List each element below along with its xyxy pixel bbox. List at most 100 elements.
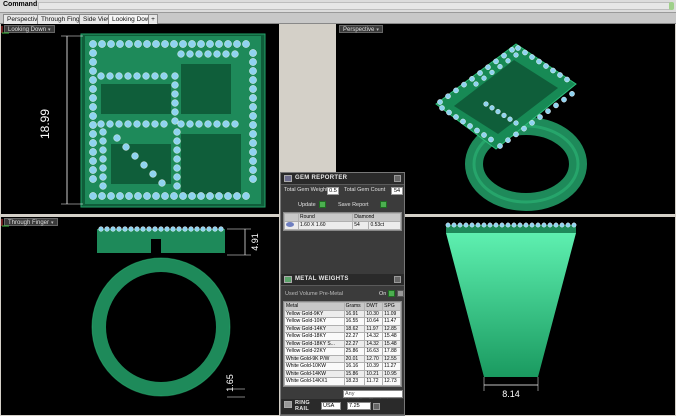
ring-size-dropdown[interactable]: [373, 403, 380, 410]
metal-table-row[interactable]: Yellow Gold-9KY 16.91 10.30 11.09: [284, 309, 401, 318]
gem-table: Round Diamond 1.60 X 1.60 54 0.53ct: [283, 212, 402, 231]
diamond-gem: [170, 226, 176, 232]
metal-dwt: 11.72: [364, 377, 384, 386]
diamond-gem: [249, 121, 257, 129]
metal-table-row[interactable]: White Gold-9K P/W 20.01 12.70 12.55: [284, 354, 401, 363]
gem-icon: [284, 175, 292, 182]
diamond-gem: [89, 40, 97, 48]
command-bar: Command:: [0, 0, 676, 13]
metal-grams: 22.27: [343, 332, 366, 341]
diamond-gem: [559, 222, 565, 228]
gem-reporter-header: GEM REPORTER: [281, 173, 404, 185]
metal-icon: [284, 276, 292, 283]
diamond-gem: [188, 226, 194, 232]
diamond-gem: [564, 76, 570, 83]
diamond-gem: [89, 148, 97, 156]
alloy-select[interactable]: Any Unit/Alloy/Products: [343, 390, 403, 404]
diamond-gem: [460, 118, 466, 125]
diamond-gem: [489, 69, 495, 76]
gem-table-row[interactable]: 1.60 X 1.60 54 0.53ct: [284, 220, 401, 230]
diamond-gem: [451, 222, 457, 228]
diamond-gem: [483, 101, 489, 107]
diamond-gem: [517, 222, 523, 228]
viewport-through-finger[interactable]: Through Finger ▾ 4.91 1.65: [1, 217, 279, 415]
metal-table-row[interactable]: Yellow Gold-10KY 16.55 10.64 11.47: [284, 317, 401, 326]
diamond-gem: [505, 137, 511, 143]
metal-dwt: 10.64: [364, 317, 384, 326]
diamond-gem: [529, 222, 535, 228]
metal-name: White Gold-14K P/W: [284, 384, 345, 386]
diamond-gem: [457, 222, 463, 228]
ring-rail-header: RING RAIL USA 7.25: [281, 399, 404, 415]
gem-reporter-panel: GEM REPORTER Total Gem Weight 0.5 Total …: [280, 172, 405, 416]
metal-spg: 17.88: [382, 347, 401, 356]
diamond-gem: [106, 72, 114, 80]
update-label: Update: [298, 202, 316, 208]
diamond-gem: [158, 179, 166, 187]
diamond-gem: [561, 96, 567, 103]
diamond-gem: [481, 75, 487, 81]
ring-region-select[interactable]: USA: [321, 402, 341, 410]
diamond-gem: [212, 226, 218, 232]
diamond-gem: [437, 99, 443, 105]
ring-size-select[interactable]: 7.25: [347, 402, 371, 410]
diamond-gem: [453, 87, 459, 94]
diamond-gem: [446, 109, 452, 116]
metal-spg: 12.85: [382, 324, 401, 333]
diamond-gem: [149, 170, 157, 178]
command-input[interactable]: [38, 2, 670, 10]
metal-table-row[interactable]: White Gold-14K P/W20.7213.3614.36: [284, 384, 401, 386]
diamond-gem: [160, 72, 168, 80]
metal-table-row[interactable]: White Gold-14KW 15.86 10.21 10.95: [284, 369, 401, 378]
gem-reporter-title: GEM REPORTER: [295, 175, 348, 181]
diamond-gem: [550, 67, 556, 74]
update-button[interactable]: [319, 201, 326, 208]
diamond-gem: [473, 81, 479, 87]
metal-table-row[interactable]: Yellow Gold-22KY 25.86 16.63 17.88: [284, 347, 401, 356]
metal-name: White Gold-14KX1: [284, 377, 345, 386]
diamond-gem: [474, 127, 480, 134]
add-tab-button[interactable]: +: [148, 14, 158, 24]
metal-table-row[interactable]: Yellow Gold-14KY 18.62 11.97 12.85: [284, 324, 401, 333]
metal-table-row[interactable]: Yellow Gold-18KY 22.27 14.32 15.48: [284, 332, 401, 341]
diamond-gem: [543, 63, 549, 69]
diamond-gem: [489, 105, 495, 111]
close-icon[interactable]: [394, 276, 401, 283]
diamond-gem: [469, 222, 475, 228]
metal-table-row[interactable]: White Gold-14KX1 18.23 11.72 12.73: [284, 377, 401, 386]
metal-name: White Gold-14KW: [284, 369, 345, 378]
diamond-gem: [249, 130, 257, 138]
diamond-gem: [99, 128, 107, 136]
metal-dwt: 14.32: [364, 332, 384, 341]
diamond-gem: [143, 192, 151, 200]
diamond-gem: [89, 49, 97, 57]
diamond-gem: [89, 103, 97, 111]
metal-table-row[interactable]: Yellow Gold-18KY S... 22.27 14.32 15.48: [284, 339, 401, 348]
close-icon[interactable]: [394, 175, 401, 182]
diamond-gem: [110, 226, 116, 232]
metal-grams: 18.23: [343, 377, 366, 386]
diamond-gem: [170, 192, 178, 200]
diamond-gem: [213, 120, 221, 128]
gem-size: 1.60 X 1.60: [297, 220, 354, 230]
diamond-gem: [523, 222, 529, 228]
dim-label-bottom: 1.65: [225, 374, 235, 392]
diamond-gem: [233, 192, 241, 200]
top-view-model: 18.99: [38, 33, 266, 208]
metal-toggle-button[interactable]: [388, 290, 395, 297]
metal-table-row[interactable]: White Gold-10KW 16.16 10.39 11.27: [284, 362, 401, 371]
viewport-looking-down[interactable]: Looking Down ▾ 18.99: [1, 24, 279, 214]
metal-grams: 20.01: [343, 354, 366, 363]
diamond-gem: [179, 192, 187, 200]
metal-options-button[interactable]: [397, 290, 404, 297]
head-gap: [151, 239, 161, 255]
diamond-gem: [513, 120, 519, 126]
diamond-gem: [99, 164, 107, 172]
diamond-gem: [89, 85, 97, 93]
gem-table-col-diamond: Diamond: [352, 213, 401, 222]
save-report-button[interactable]: [380, 201, 387, 208]
diamond-gem: [98, 40, 106, 48]
diamond-gem: [242, 40, 250, 48]
diamond-gem: [249, 139, 257, 147]
opening-2: [181, 64, 231, 114]
